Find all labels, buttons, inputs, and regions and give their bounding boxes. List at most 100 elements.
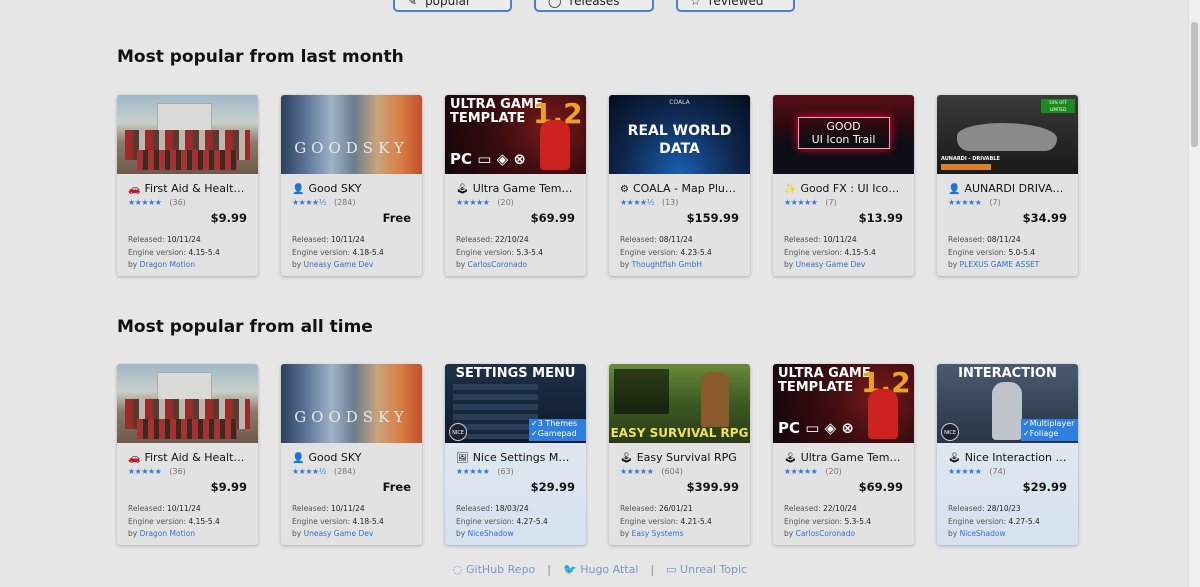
section-title-last-month: Most popular from last month — [117, 47, 404, 67]
engine-version: 5.0-5.4 — [1008, 247, 1036, 257]
product-title-text: Nice Interaction System — [964, 451, 1067, 464]
engine-version: 4.23-5.4 — [680, 247, 712, 257]
product-title[interactable]: 🕹Ultra Game Template 1.2 — [784, 451, 903, 465]
product-thumbnail[interactable]: ULTRA GAME TEMPLATE 1.2 PC ▭ ◈ ⊗ — [445, 95, 586, 174]
product-title[interactable]: 👤 Good SKY — [292, 182, 411, 196]
product-thumbnail[interactable]: GOOD UI Icon Trail — [773, 95, 914, 174]
product-title-text: Easy Survival RPG — [636, 451, 737, 464]
released-date: 08/11/24 — [986, 235, 1021, 244]
by-label: by — [292, 260, 302, 269]
rating-stars: ★★★★★ — [784, 467, 818, 476]
forum-link-label: Unreal Topic — [680, 563, 748, 576]
rating-stars: ★★★★★ — [456, 467, 490, 476]
by-label: by — [784, 260, 794, 269]
footer-separator: | — [650, 563, 655, 576]
product-title[interactable]: ⚙ COALA - Map Plugin — [620, 182, 739, 196]
released-date: 22/10/24 — [494, 235, 529, 244]
scrollbar[interactable] — [1188, 0, 1200, 587]
rating-stars: ★★★★½ — [620, 198, 654, 207]
footer-separator: | — [547, 563, 551, 576]
tab-label: Most reviewed — [708, 0, 764, 8]
rating-stars: ★★★★½ — [292, 467, 326, 476]
product-card[interactable]: INTERACTION ✓Multiplayer ✓Foliage NICE 🕹 N… — [937, 364, 1078, 545]
author-row: by Uneasy Game Dev — [292, 528, 411, 541]
tab-latest-releases[interactable]: ◯ Latest releases — [534, 0, 654, 12]
product-title[interactable]: 👤 Good SKY — [292, 451, 411, 465]
card-row-last-month: 🚗First Aid & Health Pickups ★★★★★ (36) $9… — [117, 95, 1078, 276]
author-link[interactable]: PLEXUS GAME ASSET — [960, 260, 1040, 269]
rating: ★★★★½ (284) — [292, 467, 411, 477]
author-link[interactable]: CarlosCoronado — [468, 260, 528, 269]
product-card[interactable]: ULTRA GAME TEMPLATE 1.2 PC ▭ ◈ ⊗ 🕹 Ultra G… — [773, 364, 914, 545]
product-card[interactable]: EASY SURVIVAL RPG 🕹 Easy Survival RPG ★★★… — [609, 364, 750, 545]
product-card[interactable]: 🚗First Aid & Health Pickups ★★★★★ (36) $9… — [117, 364, 258, 545]
released-label: Released: — [128, 235, 165, 244]
product-card[interactable]: 50% OFF LIMITED AUNARDI - DRIVABLE 👤 AUNA… — [937, 95, 1078, 276]
product-thumbnail[interactable]: INTERACTION ✓Multiplayer ✓Foliage NICE — [937, 364, 1078, 443]
price: $34.99 — [1022, 211, 1067, 225]
product-thumbnail[interactable] — [117, 95, 258, 174]
product-title[interactable]: 🖼 Nice Settings Menu — [456, 451, 575, 465]
author-link[interactable]: Uneasy Game Dev — [796, 260, 866, 269]
product-card[interactable]: COALA REAL WORLD DATA ⚙ COALA - Map Plugi… — [609, 95, 750, 276]
product-title[interactable]: 🕹Ultra Game Template 1.2 — [456, 182, 575, 196]
twitter-link[interactable]: 🐦 Hugo Attal — [563, 563, 638, 576]
product-thumbnail[interactable]: GOODSKY — [281, 95, 422, 174]
product-thumbnail[interactable]: GOODSKY — [281, 364, 422, 443]
engine-label: Engine version: — [292, 516, 351, 526]
product-thumbnail[interactable]: EASY SURVIVAL RPG — [609, 364, 750, 443]
review-count: (13) — [661, 198, 679, 207]
product-title[interactable]: 🚗First Aid & Health Pickups — [128, 182, 247, 196]
author-link[interactable]: Uneasy Game Dev — [304, 260, 374, 269]
tab-most-popular[interactable]: ✎ Most popular — [393, 0, 512, 12]
author-link[interactable]: NiceShadow — [468, 529, 514, 538]
product-thumbnail[interactable] — [117, 364, 258, 443]
product-title[interactable]: 👤AUNARDI DRIVABLE CAR — [948, 182, 1067, 196]
price: $399.99 — [686, 480, 739, 494]
product-card[interactable]: 🚗First Aid & Health Pickups ★★★★★ (36) $9… — [117, 95, 258, 276]
price: $13.99 — [858, 211, 903, 225]
author-link[interactable]: CarlosCoronado — [796, 529, 856, 538]
forum-link[interactable]: ▭ Unreal Topic — [666, 563, 747, 576]
by-label: by — [456, 260, 466, 269]
product-thumbnail[interactable]: COALA REAL WORLD DATA — [609, 95, 750, 174]
author-link[interactable]: Dragon Motion — [140, 529, 195, 538]
product-title[interactable]: ✨Good FX : UI Icon Trail — [784, 182, 903, 196]
author-link[interactable]: Easy Systems — [632, 529, 684, 538]
engine-row: Engine version: 4.21-5.4 — [620, 516, 739, 529]
released-label: Released: — [784, 235, 821, 244]
price: Free — [382, 480, 411, 494]
author-row: by NiceShadow — [456, 528, 575, 541]
product-thumbnail[interactable]: 50% OFF LIMITED AUNARDI - DRIVABLE — [937, 95, 1078, 174]
product-thumbnail[interactable]: SETTINGS MENU ✓3 Themes ✓Gamepad NICE — [445, 364, 586, 443]
product-card[interactable]: GOOD UI Icon Trail ✨Good FX : UI Icon Tr… — [773, 95, 914, 276]
product-meta: Released: 18/03/24 Engine version: 4.27-… — [456, 503, 575, 541]
product-thumbnail[interactable]: ULTRA GAME TEMPLATE 1.2 PC ▭ ◈ ⊗ — [773, 364, 914, 443]
product-title-text: Ultra Game Template 1.2 — [472, 182, 575, 195]
review-count: (20) — [825, 467, 842, 476]
author-link[interactable]: Dragon Motion — [140, 260, 195, 269]
author-link[interactable]: NiceShadow — [960, 529, 1006, 538]
product-card[interactable]: ULTRA GAME TEMPLATE 1.2 PC ▭ ◈ ⊗ 🕹 Ultra G… — [445, 95, 586, 276]
scrollbar-thumb[interactable] — [1191, 22, 1198, 147]
engine-version: 4.21-5.4 — [680, 516, 712, 526]
category-icon: 👤 — [948, 184, 961, 195]
author-link[interactable]: Thoughtfish GmbH — [632, 260, 702, 269]
engine-row: Engine version: 4.15-5.4 — [784, 247, 903, 260]
product-meta: Released: 22/10/24 Engine version: 5.3-5… — [784, 503, 903, 541]
chat-icon: ▭ — [666, 563, 677, 576]
author-link[interactable]: Uneasy Game Dev — [304, 529, 374, 538]
engine-row: Engine version: 4.23-5.4 — [620, 247, 739, 260]
product-title[interactable]: 🕹 Easy Survival RPG — [620, 451, 739, 465]
github-link[interactable]: ◌ GitHub Repo — [453, 563, 535, 576]
product-card[interactable]: GOODSKY 👤 Good SKY ★★★★½ (284) Free Releas… — [281, 95, 422, 276]
tab-most-reviewed[interactable]: ☆ Most reviewed — [676, 0, 795, 12]
by-label: by — [292, 529, 302, 538]
engine-label: Engine version: — [784, 516, 843, 526]
review-count: (36) — [169, 467, 186, 476]
product-card[interactable]: SETTINGS MENU ✓3 Themes ✓Gamepad NICE 🖼 Ni… — [445, 364, 586, 545]
product-title[interactable]: 🚗First Aid & Health Pickups — [128, 451, 247, 465]
product-title[interactable]: 🕹Nice Interaction System — [948, 451, 1067, 465]
product-card[interactable]: GOODSKY 👤 Good SKY ★★★★½ (284) Free Releas… — [281, 364, 422, 545]
rating: ★★★★★ (74) — [948, 467, 1067, 477]
